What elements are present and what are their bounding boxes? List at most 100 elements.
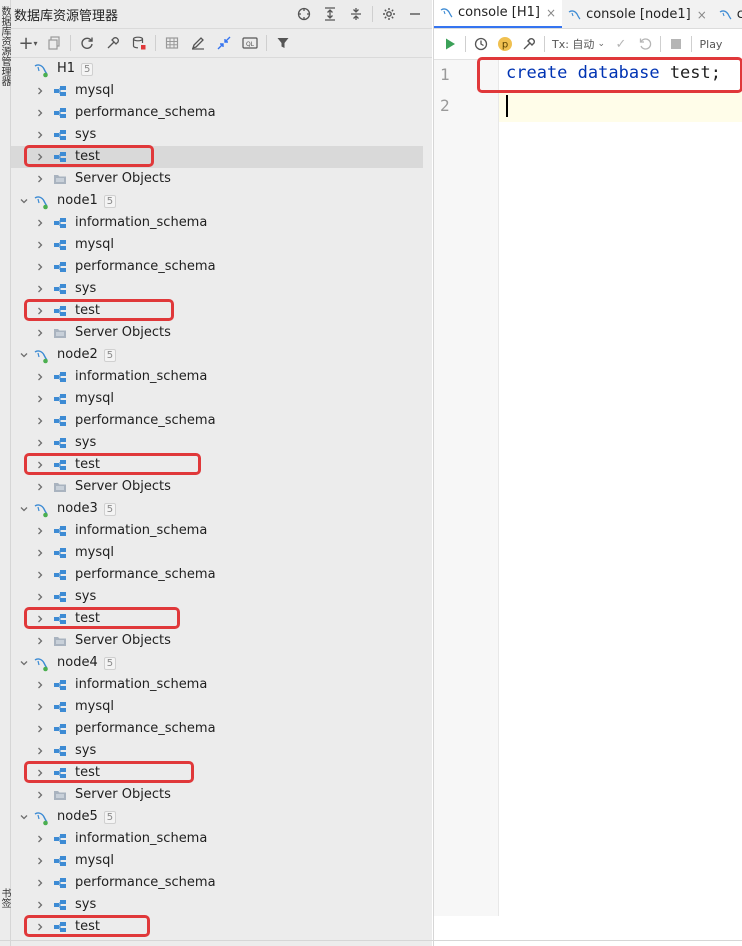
tree-server-objects[interactable]: Server Objects	[11, 168, 423, 190]
tree-host-node[interactable]: node3 5	[11, 498, 423, 520]
chevron-down-icon[interactable]	[17, 656, 31, 670]
toolbar-separator	[70, 35, 71, 51]
tx-mode-dropdown[interactable]: Tx: 自动 ⌄	[548, 33, 609, 55]
tree-schema-node[interactable]: sys	[11, 586, 423, 608]
chevron-right-icon[interactable]	[33, 128, 47, 142]
chevron-down-icon[interactable]	[17, 502, 31, 516]
chevron-right-icon[interactable]	[33, 216, 47, 230]
tree-server-objects[interactable]: Server Objects	[11, 630, 423, 652]
tree-schema-node[interactable]: mysql	[11, 80, 423, 102]
jump-icon[interactable]	[211, 32, 237, 54]
crosshair-icon[interactable]	[291, 3, 317, 25]
filter-icon[interactable]	[270, 32, 296, 54]
chevron-down-icon[interactable]	[17, 194, 31, 208]
chevron-down-icon[interactable]	[17, 810, 31, 824]
chevron-right-icon[interactable]	[33, 238, 47, 252]
chevron-right-icon[interactable]	[33, 370, 47, 384]
chevron-right-icon[interactable]	[33, 414, 47, 428]
chevron-right-icon[interactable]	[33, 106, 47, 120]
table-icon[interactable]	[159, 32, 185, 54]
tree-schema-node[interactable]: information_schema	[11, 212, 423, 234]
chevron-right-icon[interactable]	[33, 84, 47, 98]
tree-schema-node[interactable]: sys	[11, 740, 423, 762]
expand-all-icon[interactable]	[317, 3, 343, 25]
chevron-right-icon[interactable]	[33, 546, 47, 560]
chevron-right-icon[interactable]	[33, 634, 47, 648]
wrench-icon[interactable]	[517, 33, 541, 55]
chevron-right-icon[interactable]	[33, 568, 47, 582]
close-icon[interactable]: ×	[697, 8, 707, 22]
chevron-right-icon[interactable]	[33, 392, 47, 406]
minimize-icon[interactable]	[402, 3, 428, 25]
rollback-icon[interactable]	[633, 33, 657, 55]
refresh-icon[interactable]	[74, 32, 100, 54]
tree-schema-node[interactable]: sys	[11, 124, 423, 146]
tree-schema-node[interactable]: performance_schema	[11, 256, 423, 278]
tree-host-node[interactable]: H1 5	[11, 58, 423, 80]
chevron-right-icon[interactable]	[33, 524, 47, 538]
chevron-right-icon[interactable]	[33, 590, 47, 604]
run-icon[interactable]	[438, 33, 462, 55]
console-tab[interactable]: console [node1] ×	[562, 1, 713, 28]
close-icon[interactable]: ×	[546, 6, 556, 20]
schema-icon	[53, 238, 67, 252]
tools-icon[interactable]	[100, 32, 126, 54]
tree-server-objects[interactable]: Server Objects	[11, 784, 423, 806]
tree-host-node[interactable]: node2 5	[11, 344, 423, 366]
chevron-right-icon[interactable]	[33, 898, 47, 912]
database-explorer-side-label[interactable]: 数据库资源管理器	[0, 6, 10, 86]
tree-schema-node[interactable]: mysql	[11, 850, 423, 872]
chevron-down-icon[interactable]	[17, 348, 31, 362]
tree-schema-node[interactable]: mysql	[11, 696, 423, 718]
chevron-right-icon[interactable]	[33, 678, 47, 692]
tree-schema-node[interactable]: information_schema	[11, 520, 423, 542]
history-icon[interactable]	[469, 33, 493, 55]
chevron-right-icon[interactable]	[33, 282, 47, 296]
chevron-right-icon[interactable]	[33, 832, 47, 846]
bookmarks-side-label[interactable]: 书签	[0, 888, 10, 908]
chevron-right-icon[interactable]	[33, 260, 47, 274]
tree-schema-node[interactable]: performance_schema	[11, 872, 423, 894]
commit-check-icon[interactable]: ✓	[609, 33, 633, 55]
gear-icon[interactable]	[376, 3, 402, 25]
tree-schema-node[interactable]: mysql	[11, 234, 423, 256]
chevron-right-icon[interactable]	[33, 722, 47, 736]
tree-schema-node[interactable]: information_schema	[11, 366, 423, 388]
stop-icon[interactable]	[664, 33, 688, 55]
tree-schema-node[interactable]: sys	[11, 432, 423, 454]
tree-schema-node[interactable]: mysql	[11, 542, 423, 564]
chevron-right-icon[interactable]	[33, 876, 47, 890]
chevron-right-icon[interactable]	[33, 436, 47, 450]
chevron-right-icon[interactable]	[33, 854, 47, 868]
add-icon[interactable]: + ▾	[15, 32, 41, 54]
profile-p-icon[interactable]: p	[493, 33, 517, 55]
disconnect-icon[interactable]	[126, 32, 152, 54]
tree-schema-node[interactable]: performance_schema	[11, 564, 423, 586]
console-tab[interactable]: console [H1] ×	[434, 0, 563, 28]
tree-schema-node[interactable]: mysql	[11, 388, 423, 410]
tree-schema-node[interactable]: sys	[11, 894, 423, 916]
chevron-right-icon[interactable]	[33, 480, 47, 494]
chevron-right-icon[interactable]	[33, 744, 47, 758]
tree-schema-node[interactable]: performance_schema	[11, 102, 423, 124]
tree-host-node[interactable]: node5 5	[11, 806, 423, 828]
tree-schema-node[interactable]: performance_schema	[11, 410, 423, 432]
tree-server-objects[interactable]: Server Objects	[11, 322, 423, 344]
tree-schema-node[interactable]: performance_schema	[11, 718, 423, 740]
tree-schema-node[interactable]: information_schema	[11, 828, 423, 850]
tree-host-node[interactable]: node4 5	[11, 652, 423, 674]
tree-schema-node[interactable]: sys	[11, 278, 423, 300]
chevron-right-icon[interactable]	[33, 172, 47, 186]
playground-button[interactable]: Play	[695, 33, 727, 55]
ql-console-icon[interactable]: QL	[237, 32, 263, 54]
chevron-right-icon[interactable]	[33, 326, 47, 340]
copy-icon[interactable]	[41, 32, 67, 54]
tree-schema-node[interactable]: information_schema	[11, 674, 423, 696]
collapse-all-icon[interactable]	[343, 3, 369, 25]
console-tab[interactable]: co	[713, 1, 742, 28]
chevron-right-icon[interactable]	[33, 788, 47, 802]
tree-server-objects[interactable]: Server Objects	[11, 476, 423, 498]
edit-icon[interactable]	[185, 32, 211, 54]
chevron-right-icon[interactable]	[33, 700, 47, 714]
tree-host-node[interactable]: node1 5	[11, 190, 423, 212]
